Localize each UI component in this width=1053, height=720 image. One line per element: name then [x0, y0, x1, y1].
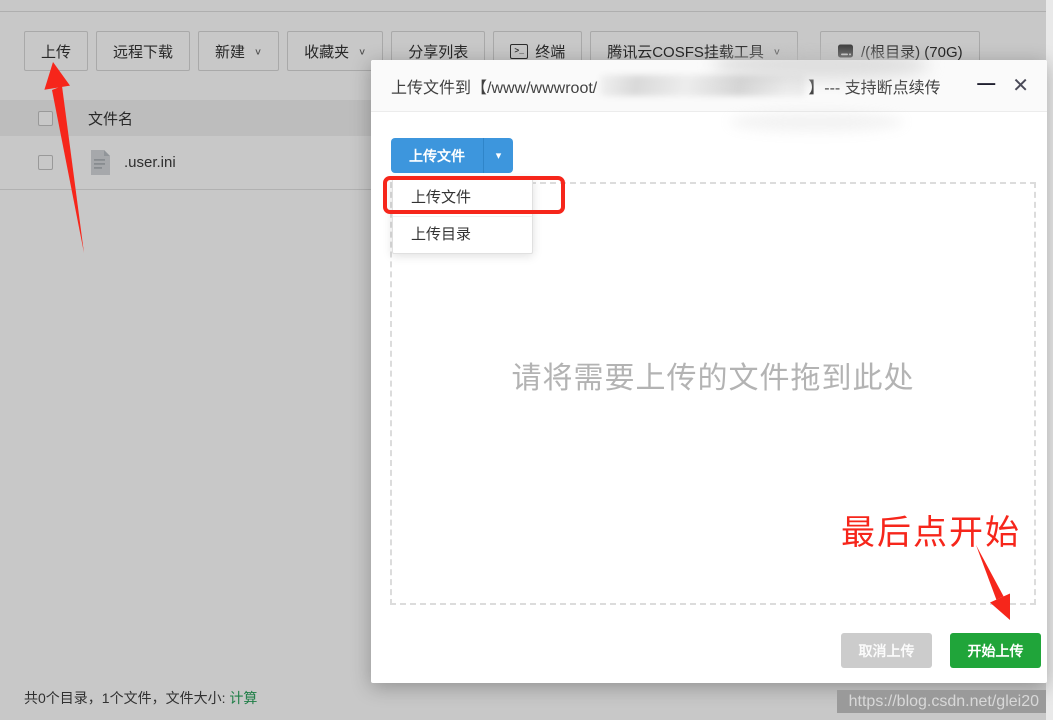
watermark: https://blog.csdn.net/glei20: [837, 690, 1046, 713]
blur-smudge: [729, 112, 904, 132]
dropzone-placeholder: 请将需要上传的文件拖到此处: [512, 353, 915, 397]
dropdown-caret-icon[interactable]: ▾: [484, 138, 513, 173]
menu-item-upload-file[interactable]: 上传文件: [393, 180, 532, 216]
start-upload-button[interactable]: 开始上传: [950, 633, 1041, 668]
upload-dialog-header: 上传文件到【/www/wwwroot/ 】--- 支持断点续传 — ✕: [371, 60, 1047, 112]
upload-file-button-label[interactable]: 上传文件: [391, 138, 484, 173]
window-controls: — ✕: [977, 76, 1033, 96]
menu-item-upload-directory[interactable]: 上传目录: [393, 216, 532, 252]
cancel-upload-button[interactable]: 取消上传: [841, 633, 932, 668]
scrollbar-track[interactable]: [1046, 0, 1053, 720]
title-path-prefix: 上传文件到【/www/wwwroot/: [391, 74, 597, 98]
file-manager-page: 上传 远程下载 新建 ∨ 收藏夹 ∨ 分享列表 >_ 终端 腾讯云COSFS挂载…: [0, 0, 1053, 720]
redacted-path-blur: [600, 75, 805, 96]
upload-dialog: 上传文件到【/www/wwwroot/ 】--- 支持断点续传 — ✕ 上传文件…: [371, 60, 1047, 683]
title-suffix: 】--- 支持断点续传: [808, 74, 940, 98]
minimize-icon[interactable]: —: [977, 74, 995, 92]
upload-dialog-title: 上传文件到【/www/wwwroot/ 】--- 支持断点续传: [391, 74, 977, 98]
upload-type-menu: 上传文件 上传目录: [392, 178, 533, 254]
close-icon[interactable]: ✕: [1012, 76, 1029, 96]
upload-file-split-button[interactable]: 上传文件 ▾: [391, 138, 513, 173]
watermark-url: https://blog.csdn.net/glei20: [849, 693, 1039, 711]
